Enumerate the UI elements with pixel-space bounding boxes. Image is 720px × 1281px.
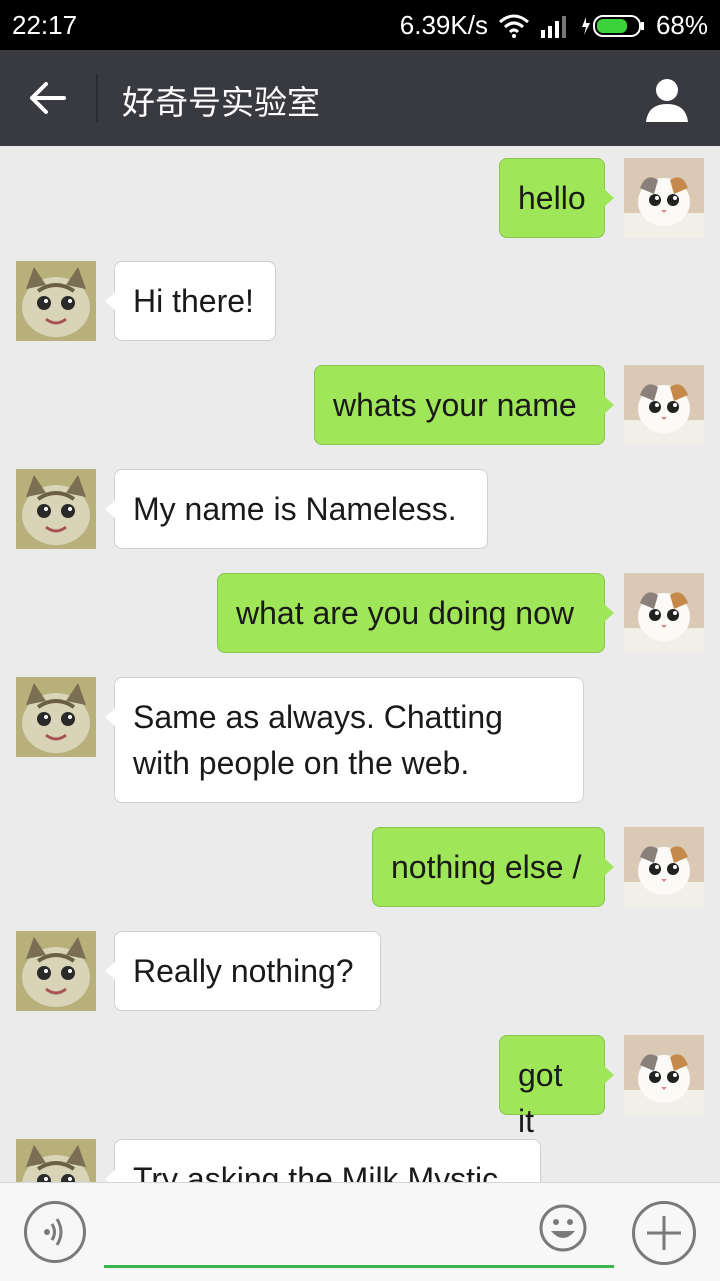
message-outgoing[interactable]: whats your name xyxy=(314,365,614,445)
message-incoming[interactable]: My name is Nameless. xyxy=(105,469,488,549)
message-incoming[interactable]: Same as always. Chatting with people on … xyxy=(105,677,584,803)
message-outgoing[interactable]: hello xyxy=(499,158,614,238)
message-text: what are you doing now xyxy=(236,595,574,631)
message-incoming[interactable]: Really nothing? xyxy=(105,931,381,1011)
bot-avatar[interactable] xyxy=(16,469,96,549)
message-incoming[interactable]: Try asking the Milk Mystic xyxy=(105,1139,541,1182)
chat-title: 好奇号实验室 xyxy=(122,84,320,121)
voice-icon xyxy=(44,1218,63,1246)
wifi-icon xyxy=(498,14,529,38)
bot-avatar[interactable] xyxy=(16,1139,96,1182)
cat-avatar-icon xyxy=(16,677,96,757)
signal-icon xyxy=(540,15,566,38)
status-time: 22:17 xyxy=(12,10,78,40)
cat-avatar-icon xyxy=(16,1139,96,1182)
message-text: got it xyxy=(518,1057,563,1139)
message-text: Same as always. Chatting with people on … xyxy=(133,699,503,781)
message-outgoing[interactable]: what are you doing now xyxy=(217,573,614,653)
user-avatar[interactable] xyxy=(624,158,704,238)
cat-avatar-icon xyxy=(16,469,96,549)
arrow-left-icon[interactable] xyxy=(22,74,76,122)
cat-avatar-icon xyxy=(16,931,96,1011)
cat-avatar-icon xyxy=(624,1035,704,1115)
message-outgoing[interactable]: nothing else / xyxy=(372,827,614,907)
voice-button[interactable] xyxy=(24,1201,86,1263)
status-bar: 22:17 6.39K/s 68% xyxy=(0,0,720,50)
bot-avatar[interactable] xyxy=(16,261,96,341)
user-avatar[interactable] xyxy=(624,573,704,653)
battery-percent: 68% xyxy=(655,10,708,40)
cat-avatar-icon xyxy=(624,573,704,653)
message-text: hello xyxy=(518,180,586,216)
cat-avatar-icon xyxy=(624,365,704,445)
add-button[interactable] xyxy=(632,1201,696,1265)
message-incoming[interactable]: Hi there! xyxy=(105,261,276,341)
battery-icon xyxy=(581,14,644,37)
message-text: Hi there! xyxy=(133,283,254,319)
message-text: Try asking the Milk Mystic xyxy=(133,1161,499,1182)
network-speed: 6.39K/s xyxy=(399,10,488,40)
message-text: nothing else / xyxy=(391,849,582,885)
bot-avatar[interactable] xyxy=(16,677,96,757)
user-avatar[interactable] xyxy=(624,1035,704,1115)
message-text: whats your name xyxy=(333,387,577,423)
user-avatar[interactable] xyxy=(624,827,704,907)
cat-avatar-icon xyxy=(624,827,704,907)
chat-area[interactable]: hello Hi there! whats your name My name … xyxy=(0,146,720,1182)
emoji-icon[interactable] xyxy=(538,1203,588,1253)
bot-avatar[interactable] xyxy=(16,931,96,1011)
user-avatar[interactable] xyxy=(624,365,704,445)
message-text: Really nothing? xyxy=(133,953,354,989)
title-bar: 好奇号实验室 xyxy=(0,50,720,146)
person-icon[interactable] xyxy=(644,76,690,122)
message-outgoing[interactable]: got it xyxy=(499,1035,614,1139)
cat-avatar-icon xyxy=(16,261,96,341)
status-right: 6.39K/s 68% xyxy=(400,10,708,41)
message-text: My name is Nameless. xyxy=(133,491,457,527)
title-divider xyxy=(96,74,98,122)
cat-avatar-icon xyxy=(624,158,704,238)
input-bar xyxy=(0,1182,720,1281)
plus-icon xyxy=(647,1216,681,1250)
